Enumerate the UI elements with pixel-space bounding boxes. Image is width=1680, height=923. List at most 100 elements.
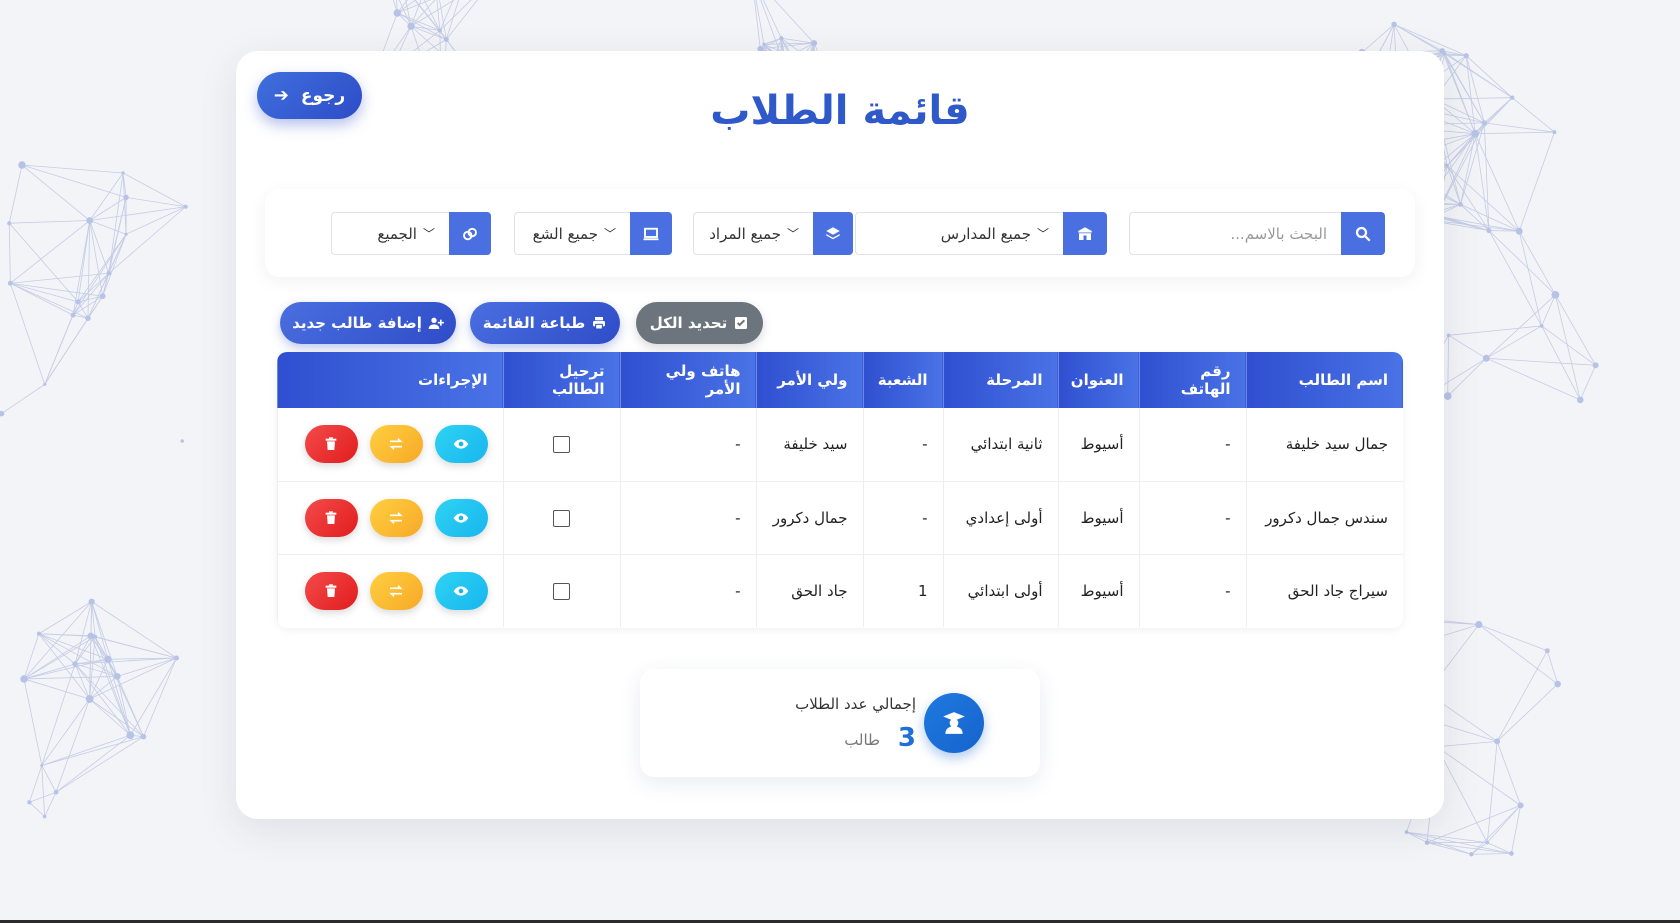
eye-icon <box>453 512 469 523</box>
cell-phone: - <box>1138 554 1246 627</box>
network-node <box>53 789 59 795</box>
page-title: قائمة الطلاب <box>710 88 970 134</box>
network-line <box>1465 55 1513 99</box>
cell-name: سيراج جاد الحق <box>1245 554 1403 627</box>
layers-icon <box>813 212 853 255</box>
network-node <box>1458 202 1463 207</box>
network-node <box>1515 227 1523 235</box>
network-node <box>1463 53 1469 59</box>
network-node <box>1424 840 1430 845</box>
network-line <box>87 220 91 319</box>
network-line <box>439 0 472 31</box>
schools-select[interactable]: ﹀ جميع المدارس <box>855 212 1063 255</box>
network-line <box>1496 741 1521 806</box>
network-line <box>29 802 45 817</box>
schools-value: جميع المدارس <box>940 224 1031 243</box>
gender-select[interactable]: ﹀ الجميع <box>331 212 449 255</box>
network-node <box>174 655 179 661</box>
chevron-down-icon: ﹀ <box>1036 227 1049 241</box>
eye-icon <box>453 586 469 596</box>
total-unit: طالب <box>844 731 880 749</box>
network-line <box>1433 97 1513 100</box>
network-line <box>41 736 144 766</box>
header-section: الشعبة <box>862 352 943 408</box>
network-line <box>781 37 815 44</box>
network-node <box>40 763 44 768</box>
network-node <box>1486 228 1492 234</box>
view-button[interactable] <box>434 571 488 610</box>
sections-select[interactable]: ﹀ جميع الشع <box>514 212 630 255</box>
network-node <box>1482 354 1490 362</box>
network-line <box>1488 230 1556 296</box>
gender-icon <box>449 212 491 255</box>
network-line <box>1541 325 1581 401</box>
network-node <box>1576 396 1584 404</box>
cell-section: - <box>862 481 943 555</box>
network-line <box>1486 805 1521 843</box>
network-line <box>1361 24 1395 53</box>
network-line <box>1484 122 1555 133</box>
network-node <box>86 217 94 224</box>
transfer-checkbox[interactable] <box>553 509 570 527</box>
search-icon[interactable] <box>1341 212 1385 255</box>
add-student-button[interactable]: إضافة طالب جديد <box>280 302 456 344</box>
transfer-button[interactable] <box>369 571 423 610</box>
network-node <box>1509 851 1514 856</box>
delete-button[interactable] <box>304 498 358 537</box>
network-line <box>130 657 177 736</box>
network-line <box>41 765 57 793</box>
network-node <box>1592 362 1599 369</box>
network-node <box>393 9 402 17</box>
network-line <box>8 223 11 284</box>
transfer-checkbox[interactable] <box>553 436 570 454</box>
header-transfer: ترحيل الطالب <box>502 352 620 408</box>
cell-actions <box>277 481 503 555</box>
laptop-icon <box>630 212 672 255</box>
network-line <box>8 222 79 303</box>
network-line <box>90 635 131 736</box>
transfer-button[interactable] <box>369 498 423 537</box>
cell-transfer <box>502 408 620 482</box>
subjects-select[interactable]: ﹀ جميع المراد <box>693 212 813 255</box>
network-node <box>20 675 28 683</box>
network-node <box>70 312 76 318</box>
view-button[interactable] <box>434 425 488 464</box>
delete-button[interactable] <box>304 571 358 610</box>
table-row: سندس جمال دكرور - أسيوط أولى إعدادي - جم… <box>277 481 1403 555</box>
transfer-checkbox[interactable] <box>553 582 570 600</box>
search-input[interactable]: البحث بالاسم... <box>1129 212 1341 255</box>
network-line <box>1496 683 1558 742</box>
network-node <box>1471 129 1480 138</box>
delete-button[interactable] <box>304 425 358 464</box>
network-line <box>1444 53 1513 99</box>
cell-guardian-phone: - <box>619 554 756 627</box>
select-all-label: تحديد الكل <box>649 314 728 332</box>
students-table: اسم الطالب رقم الهاتف العنوان المرحلة ال… <box>277 352 1403 628</box>
network-node <box>762 42 766 46</box>
network-line <box>1486 357 1596 366</box>
network-line <box>1478 624 1548 652</box>
print-button[interactable]: طباعة القائمة <box>470 302 620 344</box>
network-line <box>77 220 91 302</box>
network-line <box>74 663 90 700</box>
network-line <box>755 0 765 45</box>
network-node <box>7 280 13 286</box>
network-node <box>113 673 121 680</box>
network-line <box>41 765 46 817</box>
sections-value: جميع الشع <box>532 224 598 243</box>
network-node <box>42 814 47 819</box>
cell-actions <box>277 408 503 482</box>
network-node <box>18 161 26 169</box>
network-line <box>9 220 90 224</box>
view-button[interactable] <box>434 498 488 537</box>
network-node <box>1443 51 1447 56</box>
network-line <box>21 164 127 198</box>
transfer-button[interactable] <box>369 425 423 464</box>
cell-phone: - <box>1138 408 1246 482</box>
network-node <box>75 299 81 305</box>
network-node <box>123 194 129 201</box>
cell-section: 1 <box>862 554 943 627</box>
cell-section: - <box>862 408 943 482</box>
select-all-button[interactable]: تحديد الكل <box>636 302 763 344</box>
network-node <box>779 36 784 41</box>
